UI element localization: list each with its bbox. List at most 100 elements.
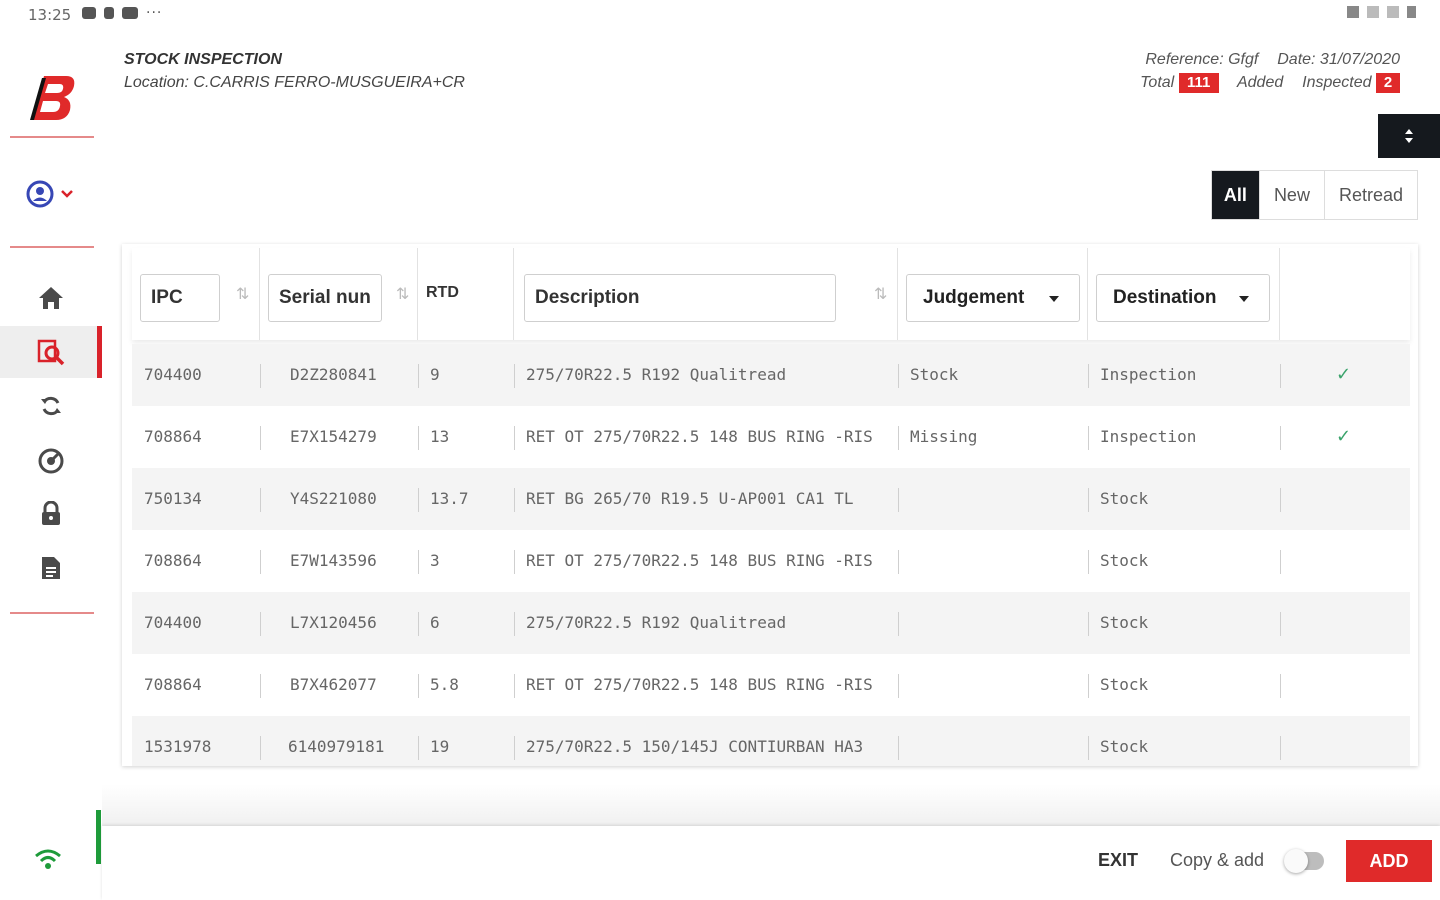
description-cell: RET OT 275/70R22.5 148 BUS RING -RIS (526, 427, 873, 446)
serial-cell: L7X120456 (290, 613, 377, 632)
bridgestone-logo (26, 70, 78, 126)
sort-icon[interactable]: ⇅ (874, 284, 887, 304)
nav-documents[interactable] (0, 542, 102, 594)
copy-add-toggle[interactable] (1284, 849, 1324, 873)
destination-cell: Stock (1100, 551, 1149, 570)
check-icon: ✓ (1336, 426, 1352, 447)
collapse-header-button[interactable] (1378, 114, 1440, 158)
status-time: 13:25 (28, 6, 72, 24)
rtd-column-header: RTD (418, 248, 514, 340)
table-row[interactable]: 708864 E7W143596 3 RET OT 275/70R22.5 14… (132, 530, 1410, 592)
sort-icon[interactable]: ⇅ (396, 284, 409, 304)
description-cell: RET OT 275/70R22.5 148 BUS RING -RIS (526, 551, 873, 570)
sync-icon (41, 396, 61, 416)
collapse-arrows-icon (1405, 129, 1413, 143)
table-row[interactable]: 750134 Y4S221080 13.7 RET BG 265/70 R19.… (132, 468, 1410, 530)
serial-cell: E7X154279 (290, 427, 377, 446)
filter-retread-button[interactable]: Retread (1323, 171, 1417, 219)
sidebar-divider (10, 136, 94, 138)
rtd-cell: 5.8 (430, 675, 459, 694)
nav-home[interactable] (0, 272, 102, 324)
judgement-cell: Stock (910, 365, 959, 384)
document-icon (42, 557, 60, 579)
serial-cell: 6140979181 (288, 737, 385, 756)
more-notifications-icon: ··· (146, 5, 163, 21)
sidebar-divider (10, 246, 94, 248)
destination-column-header: Destination (1088, 248, 1280, 340)
add-button[interactable]: ADD (1346, 840, 1432, 882)
destination-cell: Inspection (1100, 365, 1197, 384)
page-title: STOCK INSPECTION (124, 51, 282, 68)
judgement-cell: Missing (910, 427, 978, 446)
caret-down-icon (1049, 296, 1059, 302)
search-inspect-icon (37, 339, 65, 366)
filter-all-button[interactable]: All (1211, 171, 1259, 219)
signal-icon (1387, 6, 1399, 18)
destination-cell: Stock (1100, 737, 1149, 756)
serial-cell: D2Z280841 (290, 365, 377, 384)
rtd-cell: 3 (430, 551, 440, 570)
ipc-column-header: IPC ⇅ (132, 248, 260, 340)
judgement-column-header: Judgement (898, 248, 1088, 340)
table-row[interactable]: 708864 E7X154279 13 RET OT 275/70R22.5 1… (132, 406, 1410, 468)
ipc-cell: 1531978 (144, 737, 212, 756)
wifi-status-icon (1367, 6, 1379, 18)
description-filter-input[interactable]: Description (524, 274, 836, 322)
table-row[interactable]: 704400 L7X120456 6 275/70R22.5 R192 Qual… (132, 592, 1410, 654)
toggle-knob (1284, 849, 1308, 873)
nav-sync[interactable] (0, 380, 102, 432)
destination-cell: Stock (1100, 675, 1149, 694)
rtd-cell: 9 (430, 365, 440, 384)
ipc-cell: 708864 (144, 551, 202, 570)
destination-cell: Stock (1100, 489, 1149, 508)
added-label: Added (1236, 74, 1284, 91)
notification-icon (82, 7, 96, 19)
inspected-label: Inspected (1302, 74, 1372, 91)
table-row[interactable]: 1531978 6140979181 19 275/70R22.5 150/14… (132, 716, 1410, 766)
lock-icon (42, 501, 60, 525)
rtd-cell: 6 (430, 613, 440, 632)
copy-add-label: Copy & add (1170, 850, 1265, 870)
sidebar-divider (10, 612, 94, 614)
description-cell: 275/70R22.5 R192 Qualitread (526, 365, 787, 384)
nav-gauge[interactable] (0, 434, 102, 486)
connection-status-bar (96, 810, 101, 864)
youtube-icon (122, 7, 138, 19)
table-row[interactable]: 704400 D2Z280841 9 275/70R22.5 R192 Qual… (132, 344, 1410, 406)
status-icons: ··· (82, 5, 162, 21)
destination-cell: Inspection (1100, 427, 1197, 446)
settings-gauge-icon (38, 448, 64, 474)
user-menu[interactable] (26, 176, 82, 212)
nav-inspection[interactable] (0, 326, 102, 378)
ipc-cell: 704400 (144, 613, 202, 632)
total-label: Total (1140, 74, 1175, 91)
main-content: STOCK INSPECTION Location: C.CARRIS FERR… (102, 28, 1440, 900)
rtd-cell: 13 (430, 427, 450, 446)
nav-lock[interactable] (0, 488, 102, 540)
serial-filter-input[interactable]: Serial nun (268, 274, 382, 322)
table-body: 704400 D2Z280841 9 275/70R22.5 R192 Qual… (132, 344, 1410, 766)
battery-icon (1407, 6, 1416, 18)
inspection-summary: Reference: Gfgf Date: 31/07/2020 Total 1… (1140, 48, 1400, 94)
destination-cell: Stock (1100, 613, 1149, 632)
location-text: Location: C.CARRIS FERRO-MUSGUEIRA+CR (124, 74, 465, 91)
judgement-dropdown-label: Judgement (923, 287, 1025, 308)
filter-new-button[interactable]: New (1258, 171, 1324, 219)
description-cell: RET OT 275/70R22.5 148 BUS RING -RIS (526, 675, 873, 694)
check-icon: ✓ (1336, 364, 1352, 385)
ipc-filter-input[interactable]: IPC (140, 274, 220, 322)
footer-bar: EXIT Copy & add ADD (102, 826, 1440, 900)
rtd-header-label[interactable]: RTD (426, 284, 459, 302)
description-cell: RET BG 265/70 R19.5 U-AP001 CA1 TL (526, 489, 854, 508)
table-row[interactable]: 708864 B7X462077 5.8 RET OT 275/70R22.5 … (132, 654, 1410, 716)
destination-dropdown[interactable]: Destination (1096, 274, 1270, 322)
judgement-dropdown[interactable]: Judgement (906, 274, 1080, 322)
exit-button[interactable]: EXIT (1098, 850, 1138, 871)
reference-text: Reference: Gfgf (1145, 51, 1259, 68)
sidebar (0, 28, 102, 900)
lock-status-icon (104, 7, 114, 19)
sort-icon[interactable]: ⇅ (236, 284, 249, 304)
inspection-info: STOCK INSPECTION Location: C.CARRIS FERR… (124, 48, 465, 94)
user-icon (26, 180, 54, 208)
home-icon (39, 287, 63, 309)
